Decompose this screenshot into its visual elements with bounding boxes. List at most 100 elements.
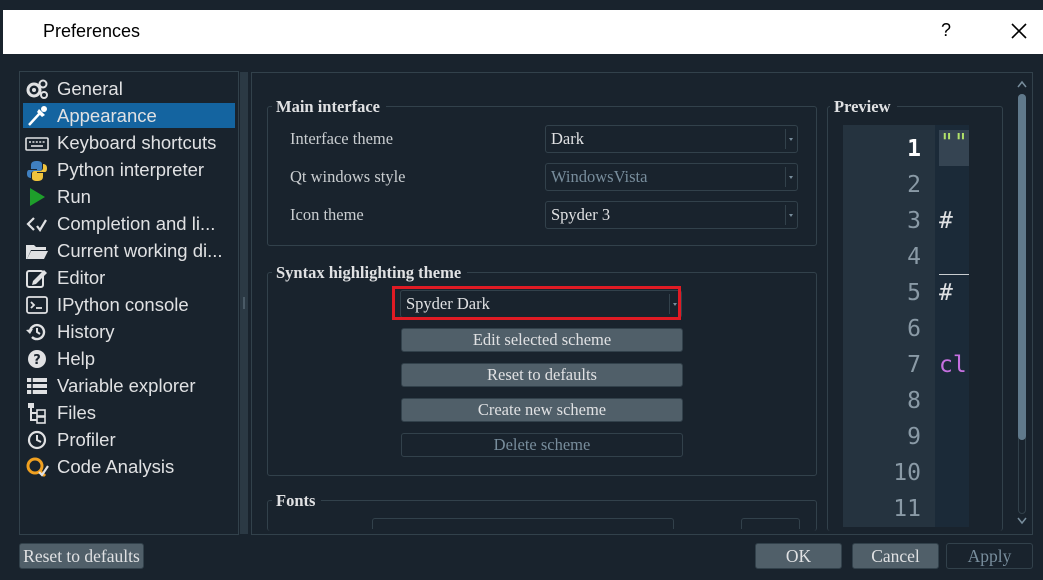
font-size-spinbox[interactable] bbox=[741, 518, 800, 529]
line-number: 9 bbox=[907, 424, 921, 450]
question-circle-icon: ? bbox=[23, 346, 51, 371]
sidebar-item-label: Current working di... bbox=[57, 239, 223, 261]
sidebar-item-files[interactable]: Files bbox=[23, 400, 235, 425]
sidebar-item-label: Code Analysis bbox=[57, 455, 175, 477]
cell-separator bbox=[939, 274, 969, 275]
sidebar-item-label: Profiler bbox=[57, 428, 116, 450]
ok-button[interactable]: OK bbox=[755, 543, 842, 569]
line-number: 7 bbox=[907, 352, 921, 378]
cancel-button[interactable]: Cancel bbox=[852, 543, 939, 569]
sidebar-item-label: General bbox=[57, 77, 123, 99]
sidebar-item-label: Editor bbox=[57, 266, 106, 288]
sidebar-item-profiler[interactable]: Profiler bbox=[23, 427, 235, 452]
sidebar-item-general[interactable]: General bbox=[23, 76, 235, 101]
icon-theme-label: Icon theme bbox=[290, 205, 364, 224]
sidebar-item-variable-explorer[interactable]: Variable explorer bbox=[23, 373, 235, 398]
svg-text:?: ? bbox=[33, 353, 41, 368]
folder-open-icon bbox=[23, 238, 51, 263]
reset-to-defaults-button[interactable]: Reset to defaults bbox=[19, 543, 144, 569]
plain-text-font-select[interactable] bbox=[372, 518, 674, 529]
sidebar-item-label: Keyboard shortcuts bbox=[57, 131, 217, 153]
create-scheme-button[interactable]: Create new scheme bbox=[401, 398, 683, 422]
sidebar-item-appearance[interactable]: Appearance bbox=[23, 103, 235, 128]
sidebar-item-label: Completion and li... bbox=[57, 212, 216, 234]
line-number: 2 bbox=[907, 172, 921, 198]
sidebar-item-label: Appearance bbox=[57, 104, 157, 126]
history-icon bbox=[23, 319, 51, 344]
apply-button[interactable]: Apply bbox=[946, 543, 1033, 569]
interface-theme-select[interactable]: Dark bbox=[545, 125, 798, 153]
line-number: 4 bbox=[907, 244, 921, 270]
sidebar-item-label: Files bbox=[57, 401, 97, 423]
completion-icon bbox=[23, 211, 51, 236]
sidebar-item-label: Variable explorer bbox=[57, 374, 196, 396]
sidebar-item-current-working-dir[interactable]: Current working di... bbox=[23, 238, 235, 263]
chevron-down-icon bbox=[785, 205, 794, 225]
table-icon bbox=[23, 373, 51, 398]
sidebar-item-run[interactable]: Run bbox=[23, 184, 235, 209]
edit-icon bbox=[23, 265, 51, 290]
sidebar-item-label: Help bbox=[57, 347, 96, 369]
fonts-title: Fonts bbox=[272, 491, 322, 511]
file-tree-icon bbox=[23, 400, 51, 425]
line-number: 11 bbox=[893, 496, 921, 522]
code-preview: 1 2 3 4 5 6 7 8 9 10 11 "" # # cl bbox=[843, 125, 969, 527]
sidebar-item-completion[interactable]: Completion and li... bbox=[23, 211, 235, 236]
sidebar-item-keyboard-shortcuts[interactable]: Keyboard shortcuts bbox=[23, 130, 235, 155]
icon-theme-select[interactable]: Spyder 3 bbox=[545, 201, 798, 229]
code-analysis-icon bbox=[23, 454, 51, 479]
qt-style-select[interactable]: WindowsVista bbox=[545, 163, 798, 191]
close-button[interactable] bbox=[1007, 18, 1031, 44]
chevron-down-icon bbox=[785, 167, 794, 187]
line-number: 5 bbox=[907, 280, 921, 306]
python-icon bbox=[23, 157, 51, 182]
qt-style-value: WindowsVista bbox=[551, 167, 648, 186]
keyboard-icon bbox=[23, 130, 51, 155]
code-keyword: cl bbox=[939, 352, 967, 378]
sidebar-item-label: History bbox=[57, 320, 115, 342]
sidebar-item-code-analysis[interactable]: Code Analysis bbox=[23, 454, 235, 479]
interface-theme-label: Interface theme bbox=[290, 129, 394, 148]
help-button[interactable]: ? bbox=[941, 20, 951, 41]
line-number: 8 bbox=[907, 388, 921, 414]
highlight-annotation bbox=[392, 286, 681, 320]
clock-icon bbox=[23, 427, 51, 452]
scroll-up-icon[interactable] bbox=[1017, 80, 1027, 90]
gears-icon bbox=[23, 76, 51, 101]
scroll-down-icon[interactable] bbox=[1017, 515, 1027, 525]
title-bar: Preferences ? bbox=[3, 10, 1043, 54]
terminal-icon bbox=[23, 292, 51, 317]
line-number: 6 bbox=[907, 316, 921, 342]
interface-theme-value: Dark bbox=[551, 129, 584, 148]
sidebar-item-help[interactable]: ? Help bbox=[23, 346, 235, 371]
code-docstring: "" bbox=[940, 130, 968, 156]
sidebar-item-label: IPython console bbox=[57, 293, 189, 315]
sidebar-item-label: Run bbox=[57, 185, 91, 207]
sidebar-item-label: Python interpreter bbox=[57, 158, 205, 180]
code-comment: # bbox=[939, 280, 953, 306]
sidebar-item-history[interactable]: History bbox=[23, 319, 235, 344]
main-interface-title: Main interface bbox=[272, 97, 387, 117]
edit-scheme-button[interactable]: Edit selected scheme bbox=[401, 328, 683, 352]
delete-scheme-button[interactable]: Delete scheme bbox=[401, 433, 683, 457]
scrollbar-thumb[interactable] bbox=[1018, 94, 1026, 440]
line-number: 10 bbox=[893, 460, 921, 486]
reset-scheme-button[interactable]: Reset to defaults bbox=[401, 363, 683, 387]
preview-title: Preview bbox=[830, 97, 897, 117]
syntax-theme-title: Syntax highlighting theme bbox=[272, 263, 468, 283]
sidebar-item-ipython-console[interactable]: IPython console bbox=[23, 292, 235, 317]
code-comment: # bbox=[939, 208, 953, 234]
line-number-gutter: 1 2 3 4 5 6 7 8 9 10 11 bbox=[843, 125, 935, 527]
icon-theme-value: Spyder 3 bbox=[551, 205, 611, 224]
line-number: 1 bbox=[907, 136, 921, 162]
play-icon bbox=[23, 184, 51, 209]
vertical-scrollbar[interactable] bbox=[1015, 80, 1029, 528]
close-icon bbox=[1011, 23, 1027, 39]
splitter-handle[interactable] bbox=[243, 297, 245, 309]
preferences-sidebar: General Appearance Keyboard shortcuts Py… bbox=[19, 71, 239, 535]
sidebar-item-python-interpreter[interactable]: Python interpreter bbox=[23, 157, 235, 182]
window-title: Preferences bbox=[43, 21, 141, 41]
eyedropper-icon bbox=[23, 103, 51, 128]
sidebar-item-editor[interactable]: Editor bbox=[23, 265, 235, 290]
line-number: 3 bbox=[907, 208, 921, 234]
